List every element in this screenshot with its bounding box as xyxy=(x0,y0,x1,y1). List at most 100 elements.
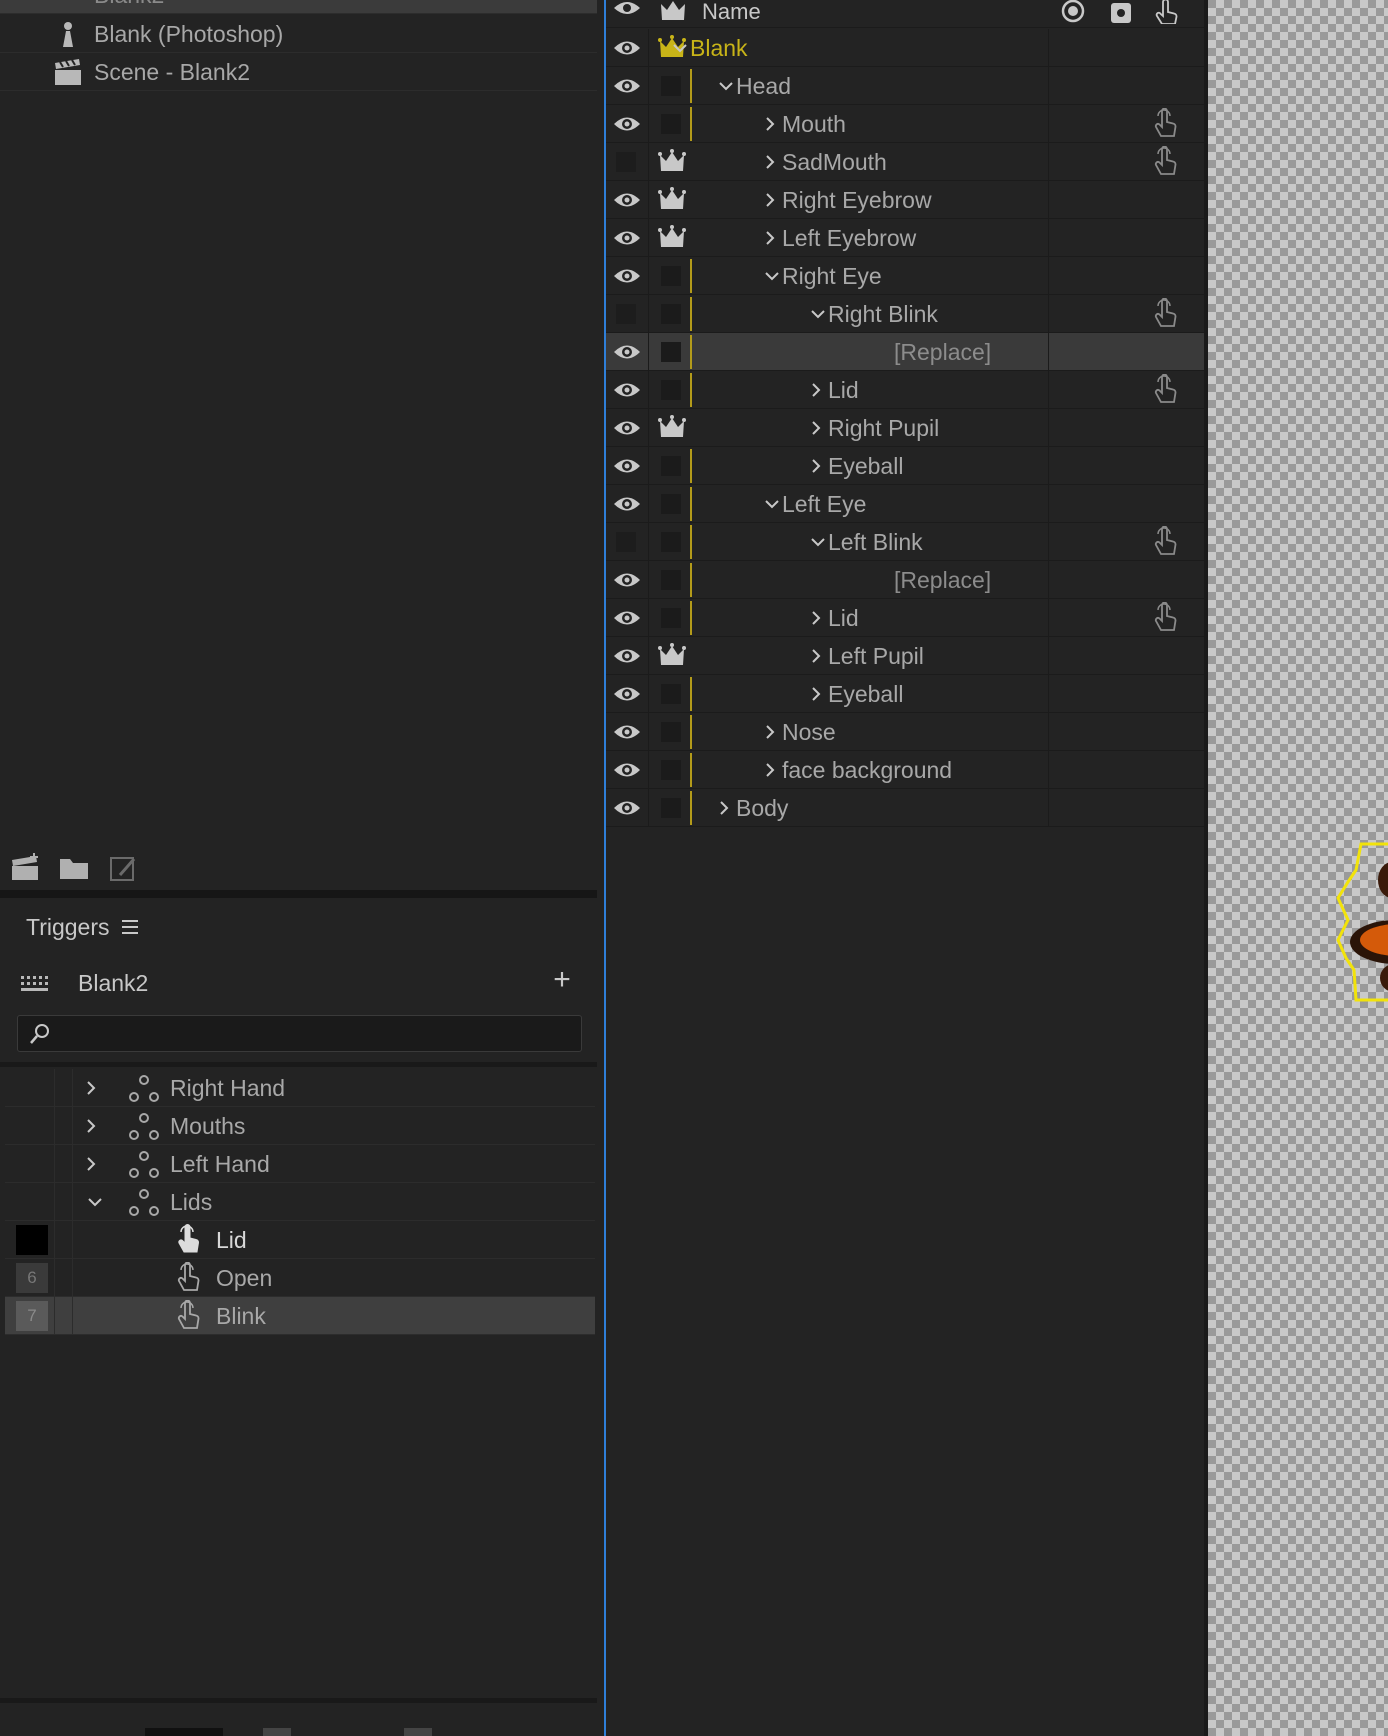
visibility-eye-icon[interactable] xyxy=(612,189,642,211)
swap-set-row-left-hand[interactable]: Left Hand xyxy=(5,1145,595,1183)
trigger-row-lid[interactable]: Lid xyxy=(5,1221,595,1259)
visibility-eye-icon[interactable] xyxy=(612,721,642,743)
chevron-down-icon[interactable] xyxy=(762,266,782,286)
visibility-eye-icon[interactable] xyxy=(612,759,642,781)
bottom-control[interactable] xyxy=(404,1728,432,1736)
chevron-right-icon[interactable] xyxy=(81,1116,101,1136)
crown-icon[interactable] xyxy=(658,225,686,251)
trigger-row-blink[interactable]: 7 Blink xyxy=(5,1297,595,1335)
layer-row-sadmouth[interactable]: SadMouth xyxy=(606,143,1204,181)
visibility-eye-icon[interactable] xyxy=(612,0,642,24)
chevron-right-icon[interactable] xyxy=(760,722,780,742)
chevron-down-icon[interactable] xyxy=(85,1192,105,1212)
chevron-right-icon[interactable] xyxy=(81,1078,101,1098)
key-badge[interactable] xyxy=(16,1225,48,1255)
layer-row-face-background[interactable]: face background xyxy=(606,751,1204,789)
search-field[interactable] xyxy=(17,1015,582,1052)
visibility-eye-icon[interactable] xyxy=(612,265,642,287)
hamburger-menu-icon[interactable] xyxy=(120,918,140,936)
layer-row-right-eyebrow[interactable]: Right Eyebrow xyxy=(606,181,1204,219)
chevron-right-icon[interactable] xyxy=(806,456,826,476)
trigger-row-open[interactable]: 6 Open xyxy=(5,1259,595,1297)
chevron-right-icon[interactable] xyxy=(806,380,826,400)
behavior-icon[interactable] xyxy=(1106,0,1136,24)
layer-row-right-eye[interactable]: Right Eye xyxy=(606,257,1204,295)
visibility-eye-icon[interactable] xyxy=(612,37,642,59)
keyboard-grid-icon[interactable] xyxy=(20,974,50,994)
independent-toggle[interactable] xyxy=(661,304,681,324)
layer-row-body[interactable]: Body xyxy=(606,789,1204,827)
layer-row-replace[interactable]: [Replace] xyxy=(606,333,1204,371)
swap-set-row-lids[interactable]: Lids xyxy=(5,1183,595,1221)
layer-row-right-pupil[interactable]: Right Pupil xyxy=(606,409,1204,447)
visibility-eye-icon[interactable] xyxy=(612,341,642,363)
name-column-header[interactable]: Name xyxy=(702,0,761,24)
visibility-eye-icon[interactable] xyxy=(612,379,642,401)
visibility-toggle[interactable] xyxy=(616,152,636,172)
layer-row-nose[interactable]: Nose xyxy=(606,713,1204,751)
chevron-right-icon[interactable] xyxy=(806,646,826,666)
visibility-toggle[interactable] xyxy=(616,304,636,324)
layer-row-left-eyebrow[interactable]: Left Eyebrow xyxy=(606,219,1204,257)
chevron-right-icon[interactable] xyxy=(806,418,826,438)
chevron-down-icon[interactable] xyxy=(808,532,828,552)
independent-toggle[interactable] xyxy=(661,494,681,514)
layer-row-replace[interactable]: [Replace] xyxy=(606,561,1204,599)
scene-stage[interactable] xyxy=(1208,0,1388,1736)
independent-toggle[interactable] xyxy=(661,760,681,780)
independent-toggle[interactable] xyxy=(661,608,681,628)
key-badge[interactable]: 7 xyxy=(16,1301,48,1331)
independent-toggle[interactable] xyxy=(661,684,681,704)
edit-icon[interactable] xyxy=(108,853,140,883)
independent-toggle[interactable] xyxy=(661,798,681,818)
chevron-right-icon[interactable] xyxy=(760,228,780,248)
crown-icon[interactable] xyxy=(658,187,686,213)
visibility-eye-icon[interactable] xyxy=(612,607,642,629)
panel-divider[interactable] xyxy=(0,890,597,898)
visibility-eye-icon[interactable] xyxy=(612,797,642,819)
chevron-down-icon[interactable] xyxy=(670,38,690,58)
independent-toggle[interactable] xyxy=(661,532,681,552)
search-input[interactable] xyxy=(62,1020,572,1048)
trigger-hand-icon[interactable] xyxy=(1152,0,1182,24)
layer-row-left-pupil[interactable]: Left Pupil xyxy=(606,637,1204,675)
independent-toggle[interactable] xyxy=(661,266,681,286)
layer-row-mouth[interactable]: Mouth xyxy=(606,105,1204,143)
project-item-top[interactable]: Blank2 xyxy=(0,0,597,14)
chevron-right-icon[interactable] xyxy=(760,152,780,172)
swap-set-row-right-hand[interactable]: Right Hand xyxy=(5,1069,595,1107)
layer-row-head[interactable]: Head xyxy=(606,67,1204,105)
independent-toggle[interactable] xyxy=(661,342,681,362)
project-item-puppet[interactable]: Blank (Photoshop) xyxy=(0,15,597,53)
new-scene-icon[interactable] xyxy=(10,853,42,883)
crown-icon[interactable] xyxy=(658,643,686,669)
layer-row-eyeball[interactable]: Eyeball xyxy=(606,675,1204,713)
layer-row-eyeball[interactable]: Eyeball xyxy=(606,447,1204,485)
layer-row-right-blink[interactable]: Right Blink xyxy=(606,295,1204,333)
record-icon[interactable] xyxy=(1058,0,1088,24)
panel-title[interactable]: Triggers xyxy=(26,914,110,941)
chevron-right-icon[interactable] xyxy=(760,114,780,134)
independent-toggle[interactable] xyxy=(661,456,681,476)
independent-toggle[interactable] xyxy=(661,114,681,134)
project-item-scene[interactable]: Scene - Blank2 xyxy=(0,53,597,91)
chevron-right-icon[interactable] xyxy=(806,684,826,704)
crown-icon[interactable] xyxy=(658,0,688,24)
chevron-down-icon[interactable] xyxy=(716,76,736,96)
visibility-eye-icon[interactable] xyxy=(612,493,642,515)
key-badge[interactable]: 6 xyxy=(16,1263,48,1293)
visibility-eye-icon[interactable] xyxy=(612,683,642,705)
layer-row-left-blink[interactable]: Left Blink xyxy=(606,523,1204,561)
folder-icon[interactable] xyxy=(58,853,90,883)
swap-set-row-mouths[interactable]: Mouths xyxy=(5,1107,595,1145)
layer-row-lid[interactable]: Lid xyxy=(606,599,1204,637)
visibility-eye-icon[interactable] xyxy=(612,113,642,135)
visibility-eye-icon[interactable] xyxy=(612,569,642,591)
add-trigger-button[interactable]: + xyxy=(548,965,576,995)
visibility-eye-icon[interactable] xyxy=(612,645,642,667)
visibility-eye-icon[interactable] xyxy=(612,417,642,439)
bottom-control[interactable] xyxy=(145,1728,223,1736)
chevron-right-icon[interactable] xyxy=(806,608,826,628)
independent-toggle[interactable] xyxy=(661,76,681,96)
chevron-right-icon[interactable] xyxy=(714,798,734,818)
